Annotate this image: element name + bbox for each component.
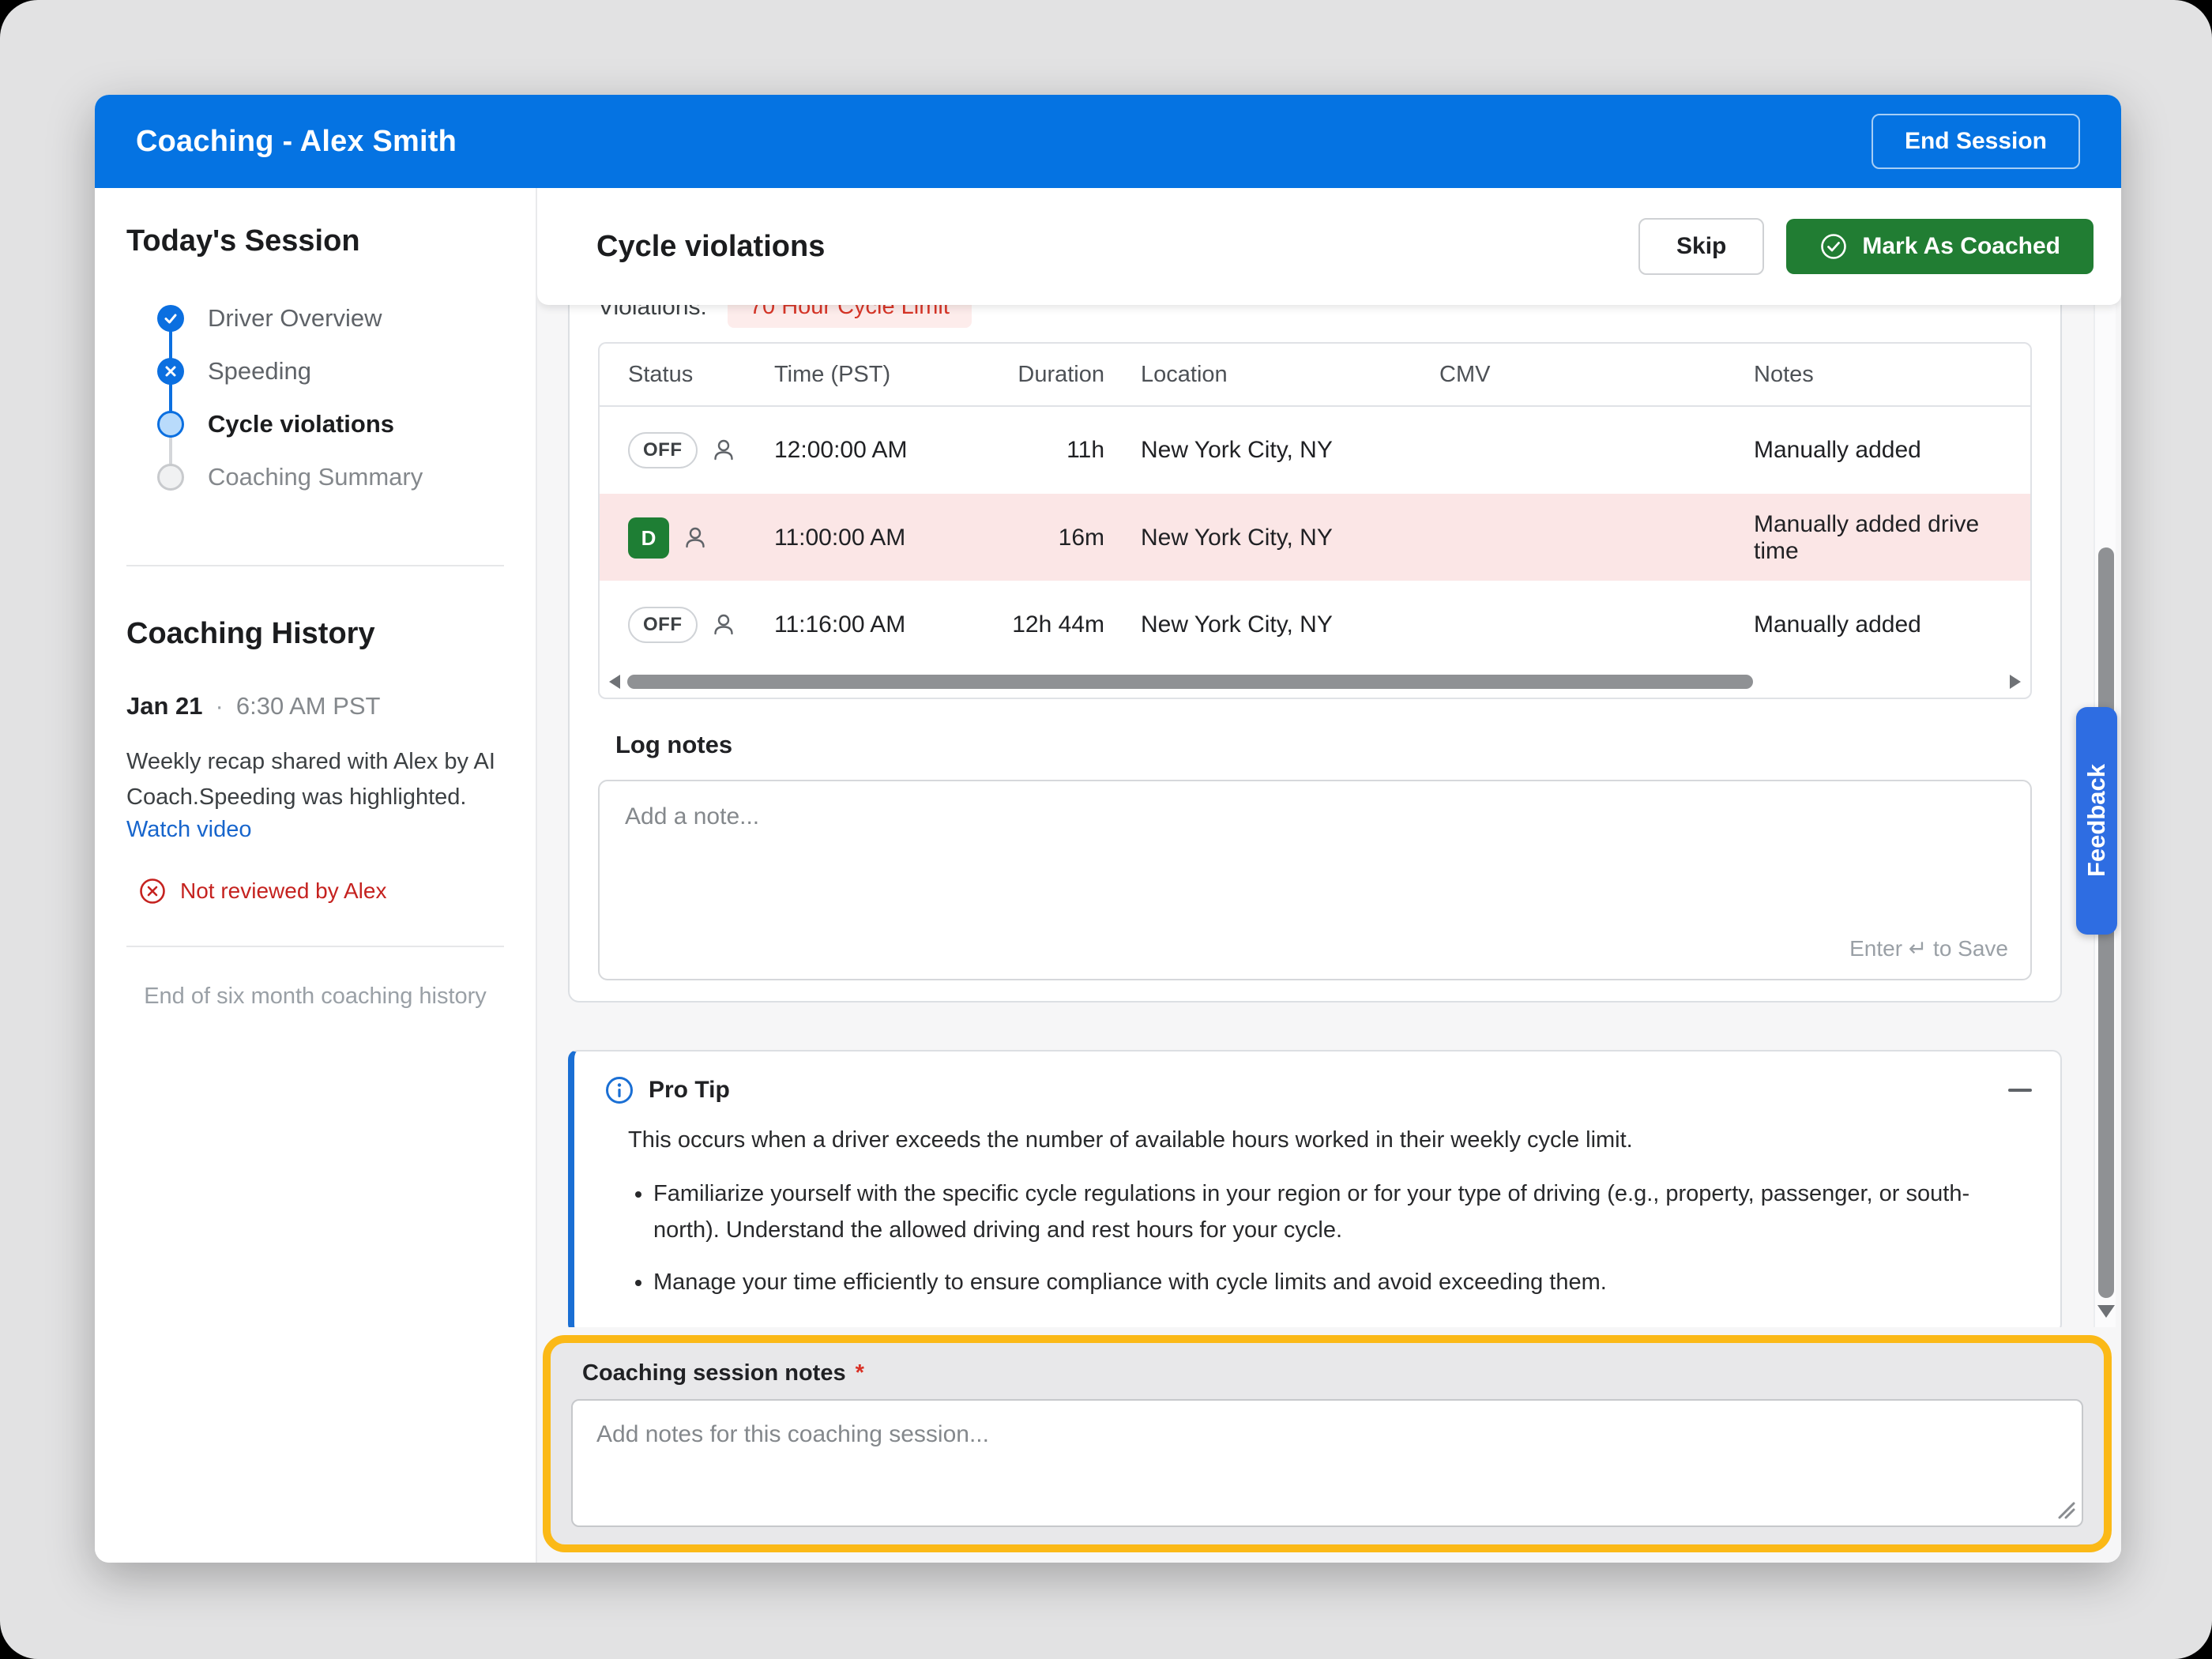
history-entry-meta: Jan 21 · 6:30 AM PST bbox=[126, 692, 504, 720]
mark-as-coached-label: Mark As Coached bbox=[1862, 233, 2060, 260]
section-title: Cycle violations bbox=[596, 230, 825, 264]
todays-session-title: Today's Session bbox=[126, 224, 504, 258]
app-header: Coaching - Alex Smith End Session bbox=[95, 95, 2121, 188]
violation-type-badge: 70 Hour Cycle Limit bbox=[728, 305, 972, 328]
table-header-row: Status Time (PST) Duration Location CMV … bbox=[600, 344, 2030, 407]
cell-location: New York City, NY bbox=[1104, 525, 1439, 551]
col-notes: Notes bbox=[1754, 362, 2030, 388]
status-badge: OFF bbox=[628, 607, 698, 643]
step-label: Cycle violations bbox=[208, 410, 394, 438]
table-row[interactable]: D 11:00:00 AM 16m New York City, NY Manu… bbox=[600, 494, 2030, 581]
step-skipped-dot bbox=[157, 358, 184, 385]
cell-time: 12:00:00 AM bbox=[774, 437, 971, 464]
status-badge: OFF bbox=[628, 432, 698, 468]
scroll-left-arrow-icon[interactable] bbox=[609, 675, 620, 689]
pro-tip-bullet: Manage your time efficiently to ensure c… bbox=[653, 1264, 2032, 1300]
person-icon bbox=[710, 437, 737, 464]
step-upcoming-dot bbox=[157, 464, 184, 491]
sidebar: Today's Session Driver Overview bbox=[95, 188, 537, 1563]
cell-duration: 12h 44m bbox=[971, 611, 1104, 638]
pro-tip-title: Pro Tip bbox=[649, 1077, 730, 1104]
watch-video-link[interactable]: Watch video bbox=[126, 817, 252, 843]
step-coaching-summary[interactable]: Coaching Summary bbox=[126, 450, 504, 503]
check-circle-icon bbox=[1819, 232, 1848, 261]
violation-detail-card: Violations: 70 Hour Cycle Limit Status T… bbox=[568, 305, 2062, 1003]
sidebar-divider bbox=[126, 946, 504, 947]
sidebar-divider bbox=[126, 565, 504, 566]
violations-row: Violations: 70 Hour Cycle Limit bbox=[598, 305, 2032, 328]
cell-time: 11:16:00 AM bbox=[774, 611, 971, 638]
pro-tip-intro: This occurs when a driver exceeds the nu… bbox=[628, 1127, 2032, 1153]
scroll-right-arrow-icon[interactable] bbox=[2010, 675, 2021, 689]
cell-location: New York City, NY bbox=[1104, 611, 1439, 638]
person-icon bbox=[710, 611, 737, 638]
col-duration: Duration bbox=[971, 362, 1104, 388]
step-current-dot bbox=[157, 411, 184, 438]
required-asterisk: * bbox=[856, 1360, 864, 1386]
cell-location: New York City, NY bbox=[1104, 437, 1439, 464]
pro-tip-card: Pro Tip This occurs when a driver exceed… bbox=[568, 1050, 2062, 1327]
pro-tip-list: Familiarize yourself with the specific c… bbox=[653, 1176, 2032, 1300]
pro-tip-bullet: Familiarize yourself with the specific c… bbox=[653, 1176, 2032, 1248]
cell-duration: 11h bbox=[971, 437, 1104, 464]
not-reviewed-text: Not reviewed by Alex bbox=[180, 878, 386, 904]
step-cycle-violations[interactable]: Cycle violations bbox=[126, 397, 504, 450]
log-notes-title: Log notes bbox=[615, 731, 2032, 759]
cell-notes: Manually added bbox=[1754, 611, 2030, 638]
cell-notes: Manually added drive time bbox=[1754, 511, 2030, 565]
step-driver-overview[interactable]: Driver Overview bbox=[126, 292, 504, 344]
scroll-down-arrow-icon[interactable] bbox=[2097, 1305, 2115, 1318]
skip-button[interactable]: Skip bbox=[1638, 218, 1764, 275]
person-icon bbox=[682, 525, 709, 551]
session-stepper: Driver Overview Speeding Cycle violation… bbox=[126, 292, 504, 506]
horizontal-scrollbar bbox=[600, 668, 2030, 698]
col-status: Status bbox=[600, 362, 774, 388]
history-end-text: End of six month coaching history bbox=[126, 984, 504, 1010]
cell-time: 11:00:00 AM bbox=[774, 525, 971, 551]
session-notes-input[interactable] bbox=[571, 1399, 2083, 1527]
coaching-history-title: Coaching History bbox=[126, 617, 504, 651]
coaching-session-notes-panel: Coaching session notes * bbox=[543, 1335, 2112, 1552]
hos-log-table: Status Time (PST) Duration Location CMV … bbox=[598, 342, 2032, 699]
table-row[interactable]: OFF 12:00:00 AM 11h New York City, NY Ma… bbox=[600, 407, 2030, 494]
col-cmv: CMV bbox=[1439, 362, 1754, 388]
log-notes-input[interactable] bbox=[598, 780, 2032, 980]
history-summary: Weekly recap shared with Alex by AI Coac… bbox=[126, 744, 514, 815]
x-icon bbox=[164, 364, 178, 378]
end-session-button[interactable]: End Session bbox=[1872, 114, 2080, 169]
page-title: Coaching - Alex Smith bbox=[136, 125, 457, 159]
coaching-app-window: Coaching - Alex Smith End Session Today'… bbox=[95, 95, 2121, 1563]
cell-duration: 16m bbox=[971, 525, 1104, 551]
horizontal-scrollbar-thumb[interactable] bbox=[627, 675, 1753, 689]
log-notes-box: Enter ↵ to Save bbox=[598, 780, 2032, 980]
step-label: Speeding bbox=[208, 357, 311, 386]
step-label: Driver Overview bbox=[208, 304, 382, 333]
col-time: Time (PST) bbox=[774, 362, 971, 388]
cell-notes: Manually added bbox=[1754, 437, 2030, 464]
step-completed-dot bbox=[157, 305, 184, 332]
desktop-background: Coaching - Alex Smith End Session Today'… bbox=[0, 0, 2212, 1659]
circle-x-icon bbox=[139, 878, 166, 905]
history-status: Not reviewed by Alex bbox=[139, 878, 504, 905]
col-location: Location bbox=[1104, 362, 1439, 388]
feedback-tab[interactable]: Feedback bbox=[2076, 707, 2117, 935]
main-content: Cycle violations Skip Mark As Coached Vi… bbox=[537, 188, 2121, 1563]
pro-tip-header: Pro Tip bbox=[604, 1075, 2032, 1105]
history-date: Jan 21 bbox=[126, 692, 203, 720]
session-notes-label: Coaching session notes bbox=[582, 1360, 846, 1386]
check-icon bbox=[163, 310, 179, 326]
step-label: Coaching Summary bbox=[208, 463, 423, 491]
feedback-tab-label: Feedback bbox=[2082, 764, 2111, 877]
info-icon bbox=[604, 1075, 634, 1105]
section-toolbar: Cycle violations Skip Mark As Coached bbox=[537, 188, 2121, 305]
violations-label: Violations: bbox=[598, 305, 707, 321]
history-time: 6:30 AM PST bbox=[236, 692, 381, 720]
collapse-minus-icon[interactable] bbox=[2008, 1089, 2032, 1092]
table-row[interactable]: OFF 11:16:00 AM 12h 44m New York City, N… bbox=[600, 581, 2030, 668]
scroll-area[interactable]: Violations: 70 Hour Cycle Limit Status T… bbox=[537, 305, 2121, 1327]
status-badge: D bbox=[628, 517, 669, 559]
step-speeding[interactable]: Speeding bbox=[126, 344, 504, 397]
mark-as-coached-button[interactable]: Mark As Coached bbox=[1786, 219, 2094, 274]
meta-separator: · bbox=[216, 692, 224, 720]
